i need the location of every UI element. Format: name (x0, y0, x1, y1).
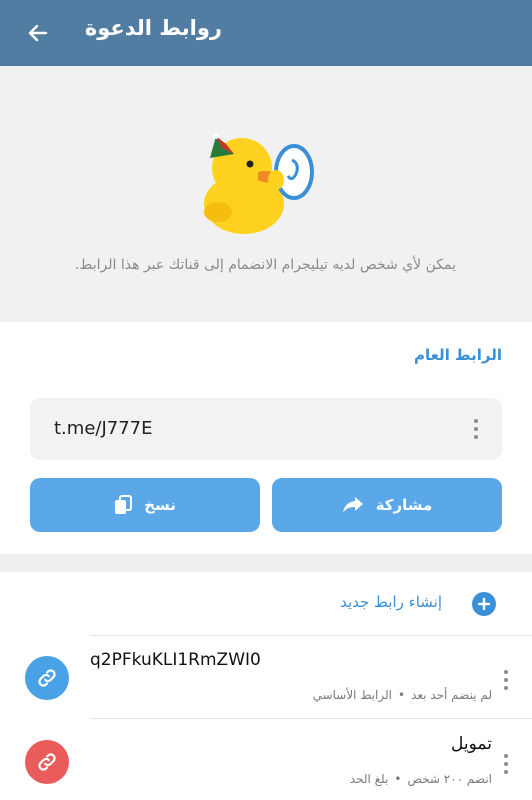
back-button[interactable] (20, 15, 56, 51)
link-subtitle: لم ينضم أحد بعد • الرابط الأساسي (313, 688, 492, 702)
more-vertical-icon[interactable] (496, 666, 516, 694)
public-link-text: t.me/J777E (54, 418, 153, 439)
create-new-link-label: إنشاء رابط جديد (340, 593, 442, 611)
section-title-public-link: الرابط العام (413, 346, 502, 364)
invite-link-row[interactable]: تمويل انضم ٢٠٠ شخص • بلغ الحد (0, 720, 532, 800)
section-separator (0, 554, 532, 572)
more-vertical-icon[interactable] (466, 415, 486, 443)
plus-icon (472, 592, 496, 616)
public-link-card: الرابط العام t.me/J777E مشاركة نسخ (0, 322, 532, 554)
link-title: تمويل (451, 734, 492, 754)
app-bar: روابط الدعوة (0, 0, 532, 66)
hero-section: يمكن لأي شخص لديه تيليجرام الانضمام إلى … (0, 66, 532, 322)
link-icon (38, 753, 56, 771)
share-label: مشاركة (375, 496, 433, 514)
share-arrow-icon (342, 497, 363, 513)
copy-label: نسخ (144, 496, 176, 514)
page-title: روابط الدعوة (84, 16, 222, 40)
copy-button[interactable]: نسخ (30, 478, 260, 532)
link-icon (38, 669, 56, 687)
invite-links-list: إنشاء رابط جديد q2PFkuKLI1RmZWI0 لم ينضم… (0, 572, 532, 800)
public-link-field[interactable]: t.me/J777E (30, 398, 502, 460)
copy-icon (115, 495, 133, 514)
link-status: لم ينضم أحد بعد (411, 688, 492, 702)
back-arrow-icon (28, 24, 48, 42)
separator-dot: • (398, 688, 406, 702)
more-vertical-icon[interactable] (496, 750, 516, 778)
link-note: الرابط الأساسي (312, 688, 392, 702)
share-button[interactable]: مشاركة (272, 478, 502, 532)
separator-dot: • (394, 772, 402, 786)
link-title: q2PFkuKLI1RmZWI0 (90, 650, 261, 670)
divider (90, 718, 532, 719)
link-subtitle: انضم ٢٠٠ شخص • بلغ الحد (350, 772, 492, 786)
invite-link-row[interactable]: q2PFkuKLI1RmZWI0 لم ينضم أحد بعد • الراب… (0, 636, 532, 716)
hero-description: يمكن لأي شخص لديه تيليجرام الانضمام إلى … (74, 257, 456, 273)
duck-sticker (204, 133, 314, 234)
link-note: بلغ الحد (349, 772, 389, 786)
create-new-link-button[interactable]: إنشاء رابط جديد (0, 572, 532, 634)
link-status: انضم ٢٠٠ شخص (407, 772, 492, 786)
link-icon-badge (25, 656, 69, 700)
link-icon-badge (25, 740, 69, 784)
